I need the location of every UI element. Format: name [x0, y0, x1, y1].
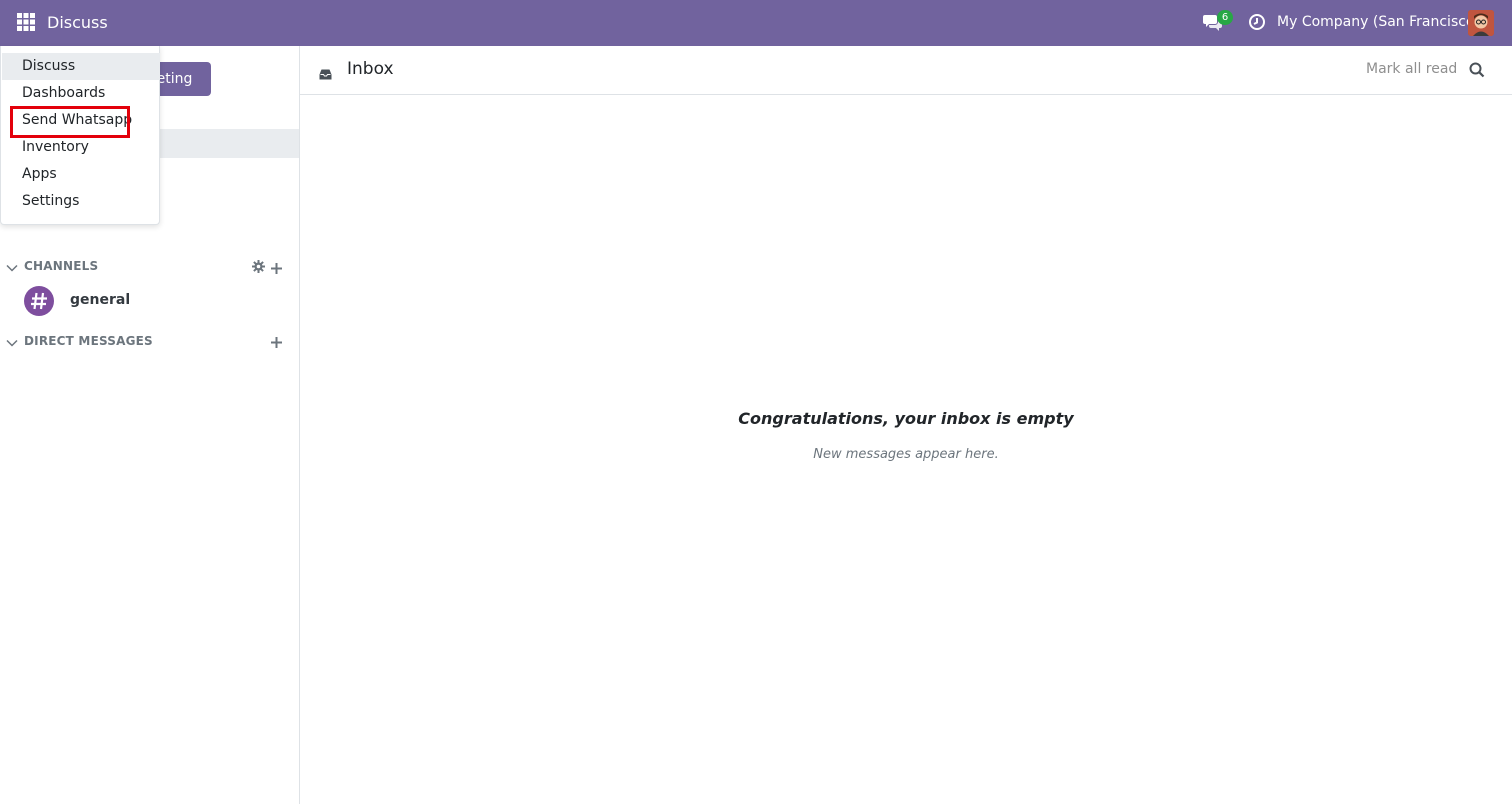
message-count-badge: 6	[1217, 10, 1233, 25]
inbox-icon	[319, 65, 332, 80]
add-direct-message-plus-icon[interactable]	[271, 333, 282, 348]
channel-item-general[interactable]: general	[0, 284, 299, 318]
channel-name: general	[70, 292, 131, 308]
send-whatsapp-highlight-box	[10, 106, 130, 138]
add-channel-plus-icon[interactable]	[271, 259, 282, 274]
main-content: Inbox Mark all read Congratulations, you…	[300, 46, 1512, 804]
empty-inbox-title: Congratulations, your inbox is empty	[738, 409, 1074, 428]
chevron-down-icon[interactable]	[6, 259, 18, 272]
apps-grid-icon[interactable]	[17, 13, 37, 33]
company-switcher[interactable]: My Company (San Francisco)	[1277, 14, 1480, 30]
direct-messages-section-header[interactable]: DIRECT MESSAGES	[0, 330, 299, 354]
channels-header-label: CHANNELS	[24, 259, 99, 273]
chevron-down-icon[interactable]	[6, 334, 18, 347]
menu-item-inventory[interactable]: Inventory	[2, 134, 160, 161]
menu-item-dashboards[interactable]: Dashboards	[2, 80, 160, 107]
top-navbar: Discuss 6 My Company (San Francisco)	[0, 0, 1512, 46]
hash-icon	[24, 286, 54, 316]
direct-messages-header-label: DIRECT MESSAGES	[24, 334, 153, 348]
user-avatar[interactable]	[1468, 10, 1494, 36]
menu-item-apps[interactable]: Apps	[2, 161, 160, 188]
main-header: Inbox Mark all read	[300, 46, 1512, 95]
mark-all-read-button[interactable]: Mark all read	[1366, 61, 1457, 77]
search-icon[interactable]	[1469, 62, 1485, 78]
clock-icon[interactable]	[1248, 13, 1266, 31]
empty-inbox-subtitle: New messages appear here.	[813, 447, 999, 462]
app-brand[interactable]: Discuss	[47, 13, 108, 32]
menu-item-settings[interactable]: Settings	[2, 188, 160, 215]
gear-icon[interactable]	[252, 258, 265, 273]
page-title: Inbox	[347, 59, 394, 79]
channels-section-header[interactable]: CHANNELS	[0, 255, 299, 279]
menu-item-discuss[interactable]: Discuss	[2, 53, 160, 80]
